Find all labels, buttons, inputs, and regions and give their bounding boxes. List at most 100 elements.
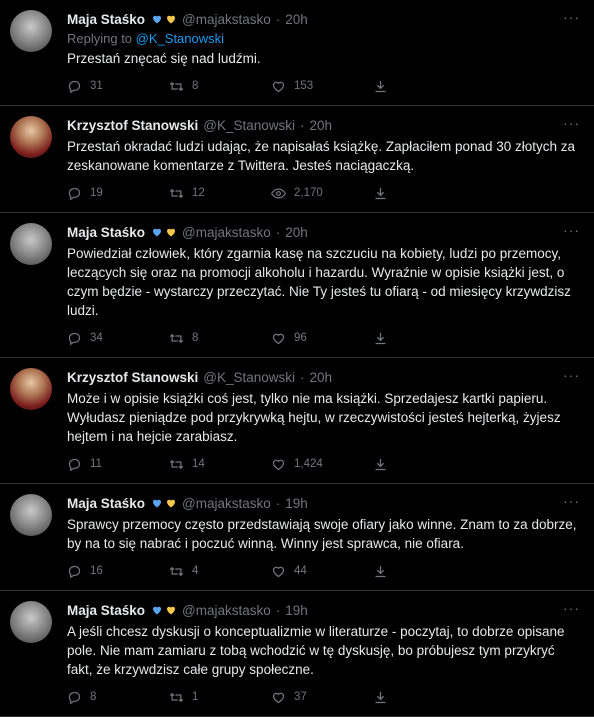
avatar[interactable] bbox=[10, 368, 52, 410]
share-icon bbox=[375, 458, 386, 470]
tweet[interactable]: ··· Maja Staśko @majakstasko · 20h Reply… bbox=[0, 0, 594, 106]
more-options-icon[interactable]: ··· bbox=[563, 494, 580, 508]
retweet-button[interactable]: 12 bbox=[169, 186, 271, 201]
retweet-button[interactable]: 1 bbox=[169, 690, 271, 705]
like-count: 1,424 bbox=[294, 458, 323, 470]
reply-count: 34 bbox=[90, 332, 103, 344]
like-count: 2,170 bbox=[294, 187, 323, 199]
avatar[interactable] bbox=[10, 116, 52, 158]
author-handle[interactable]: @K_Stanowski bbox=[203, 370, 295, 385]
blue-yellow-hearts-icon bbox=[151, 13, 177, 25]
tweet-actions: 31 8 153 bbox=[67, 77, 580, 95]
like-count: 96 bbox=[294, 332, 307, 344]
like-button[interactable]: 44 bbox=[271, 564, 373, 579]
more-options-icon[interactable]: ··· bbox=[563, 601, 580, 615]
share-button[interactable] bbox=[373, 564, 388, 579]
separator: · bbox=[275, 11, 281, 27]
heart-icon bbox=[272, 566, 285, 577]
reply-button[interactable]: 16 bbox=[67, 564, 169, 579]
reply-button[interactable]: 31 bbox=[67, 79, 169, 94]
share-button[interactable] bbox=[373, 186, 388, 201]
tweet-text: Przestań okradać ludzi udając, że napisa… bbox=[67, 139, 576, 173]
author-handle[interactable]: @majakstasko bbox=[182, 12, 271, 27]
share-icon bbox=[375, 187, 386, 199]
reply-count: 19 bbox=[90, 187, 103, 199]
author-handle[interactable]: @majakstasko bbox=[182, 603, 271, 618]
reply-icon bbox=[68, 691, 81, 704]
timestamp[interactable]: 20h bbox=[285, 225, 308, 240]
avatar[interactable] bbox=[10, 494, 52, 536]
author-handle[interactable]: @majakstasko bbox=[182, 496, 271, 511]
separator: · bbox=[300, 117, 305, 133]
author-handle[interactable]: @K_Stanowski bbox=[203, 118, 295, 133]
timestamp[interactable]: 20h bbox=[310, 118, 333, 133]
avatar[interactable] bbox=[10, 10, 52, 52]
share-icon bbox=[375, 565, 386, 577]
share-button[interactable] bbox=[373, 79, 388, 94]
heart-icon bbox=[272, 81, 285, 92]
timestamp[interactable]: 20h bbox=[285, 12, 308, 27]
tweet[interactable]: ··· Krzysztof Stanowski @K_Stanowski · 2… bbox=[0, 106, 594, 213]
separator: · bbox=[275, 602, 281, 618]
separator: · bbox=[275, 495, 281, 511]
replying-to: Replying to @K_Stanowski bbox=[67, 31, 580, 46]
reply-button[interactable]: 34 bbox=[67, 331, 169, 346]
like-button[interactable]: 37 bbox=[271, 690, 373, 705]
author-name[interactable]: Krzysztof Stanowski bbox=[67, 370, 198, 385]
tweet[interactable]: ··· Maja Staśko @majakstasko · 20h Powie… bbox=[0, 213, 594, 358]
separator: · bbox=[275, 224, 281, 240]
reply-button[interactable]: 8 bbox=[67, 690, 169, 705]
like-button[interactable]: 153 bbox=[271, 79, 373, 94]
like-button[interactable]: 96 bbox=[271, 331, 373, 346]
tweet[interactable]: ··· Krzysztof Stanowski @K_Stanowski · 2… bbox=[0, 358, 594, 484]
reply-icon bbox=[68, 565, 81, 578]
avatar[interactable] bbox=[10, 223, 52, 265]
tweet-actions: 8 1 37 bbox=[67, 688, 580, 706]
heart-icon bbox=[272, 333, 285, 344]
retweet-button[interactable]: 8 bbox=[169, 79, 271, 94]
more-options-icon[interactable]: ··· bbox=[563, 10, 580, 24]
replying-to-mention[interactable]: @K_Stanowski bbox=[136, 31, 224, 46]
author-name[interactable]: Maja Staśko bbox=[67, 603, 145, 618]
tweet-actions: 19 12 2,170 bbox=[67, 184, 580, 202]
author-handle[interactable]: @majakstasko bbox=[182, 225, 271, 240]
tweet[interactable]: ··· Maja Staśko @majakstasko · 19h A jeś… bbox=[0, 591, 594, 717]
like-button[interactable]: 1,424 bbox=[271, 457, 373, 472]
views-button[interactable]: 2,170 bbox=[271, 186, 373, 201]
reply-button[interactable]: 19 bbox=[67, 186, 169, 201]
more-options-icon[interactable]: ··· bbox=[563, 223, 580, 237]
avatar[interactable] bbox=[10, 601, 52, 643]
reply-count: 8 bbox=[90, 691, 97, 703]
author-name[interactable]: Maja Staśko bbox=[67, 12, 145, 27]
retweet-button[interactable]: 4 bbox=[169, 564, 271, 579]
views-icon bbox=[271, 187, 286, 199]
like-count: 37 bbox=[294, 691, 307, 703]
timestamp[interactable]: 19h bbox=[285, 496, 308, 511]
author-name[interactable]: Maja Staśko bbox=[67, 496, 145, 511]
retweet-icon bbox=[169, 566, 184, 576]
share-button[interactable] bbox=[373, 690, 388, 705]
reply-icon bbox=[68, 187, 81, 200]
reply-icon bbox=[68, 80, 81, 93]
blue-yellow-hearts-icon bbox=[151, 604, 177, 616]
retweet-icon bbox=[169, 692, 184, 702]
timestamp[interactable]: 19h bbox=[285, 603, 308, 618]
share-icon bbox=[375, 80, 386, 92]
author-name[interactable]: Krzysztof Stanowski bbox=[67, 118, 198, 133]
more-options-icon[interactable]: ··· bbox=[563, 116, 580, 130]
share-button[interactable] bbox=[373, 331, 388, 346]
more-options-icon[interactable]: ··· bbox=[563, 368, 580, 382]
reply-button[interactable]: 11 bbox=[67, 457, 169, 472]
reply-count: 11 bbox=[90, 458, 102, 470]
retweet-count: 4 bbox=[192, 565, 199, 577]
retweet-button[interactable]: 8 bbox=[169, 331, 271, 346]
retweet-button[interactable]: 14 bbox=[169, 457, 271, 472]
author-name[interactable]: Maja Staśko bbox=[67, 225, 145, 240]
tweet-text: Sprawcy przemocy często przedstawiają sw… bbox=[67, 517, 577, 551]
tweet-text: Przestań znęcać się nad ludźmi. bbox=[67, 51, 261, 66]
share-icon bbox=[375, 691, 386, 703]
tweet-actions: 11 14 1,424 bbox=[67, 455, 580, 473]
tweet[interactable]: ··· Maja Staśko @majakstasko · 19h Spraw… bbox=[0, 484, 594, 591]
timestamp[interactable]: 20h bbox=[310, 370, 333, 385]
share-button[interactable] bbox=[373, 457, 388, 472]
